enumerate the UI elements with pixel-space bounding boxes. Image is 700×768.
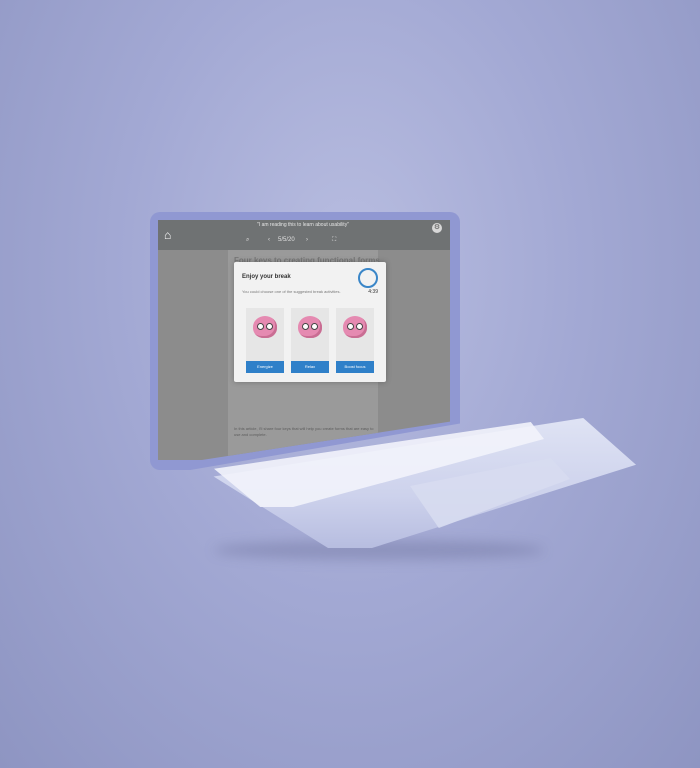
modal-subtitle: You could choose one of the suggested br… [242, 289, 341, 294]
home-icon[interactable]: ⌂ [164, 229, 176, 241]
page-indicator: 5/5/20 [278, 237, 295, 243]
settings-icon[interactable]: ⚙ [432, 223, 442, 233]
relax-card [291, 308, 329, 362]
eye [302, 323, 309, 330]
timer-text: 4:39 [368, 289, 378, 295]
reading-app: "I am reading this to learn about usabil… [158, 220, 450, 460]
chevron-left-icon[interactable]: ‹ [268, 237, 270, 243]
energize-button[interactable]: Energize [246, 361, 284, 373]
eye [347, 323, 354, 330]
search-icon[interactable]: ⌕ [246, 237, 249, 244]
brain-eyes [302, 323, 318, 330]
timer-ring [358, 268, 378, 288]
eye [356, 323, 363, 330]
fullscreen-icon[interactable]: ⛶ [332, 237, 336, 244]
modal-title: Enjoy your break [242, 274, 291, 280]
chevron-right-icon[interactable]: › [306, 237, 308, 243]
break-modal: Enjoy your break You could choose one of… [234, 262, 386, 382]
brain-eyes [257, 323, 273, 330]
boost-focus-card [336, 308, 374, 362]
eye [257, 323, 264, 330]
brain-eyes [347, 323, 363, 330]
eye [266, 323, 273, 330]
relax-button[interactable]: Relax [291, 361, 329, 373]
boost-focus-button[interactable]: Boost focus [336, 361, 374, 373]
document-paragraph-2: In this article, I'll share four keys th… [234, 426, 374, 437]
scene: "I am reading this to learn about usabil… [0, 0, 700, 768]
top-bar: "I am reading this to learn about usabil… [158, 220, 450, 250]
eye [311, 323, 318, 330]
energize-card [246, 308, 284, 362]
screen-overlay: "I am reading this to learn about usabil… [158, 220, 450, 460]
reading-quote: "I am reading this to learn about usabil… [257, 222, 349, 228]
